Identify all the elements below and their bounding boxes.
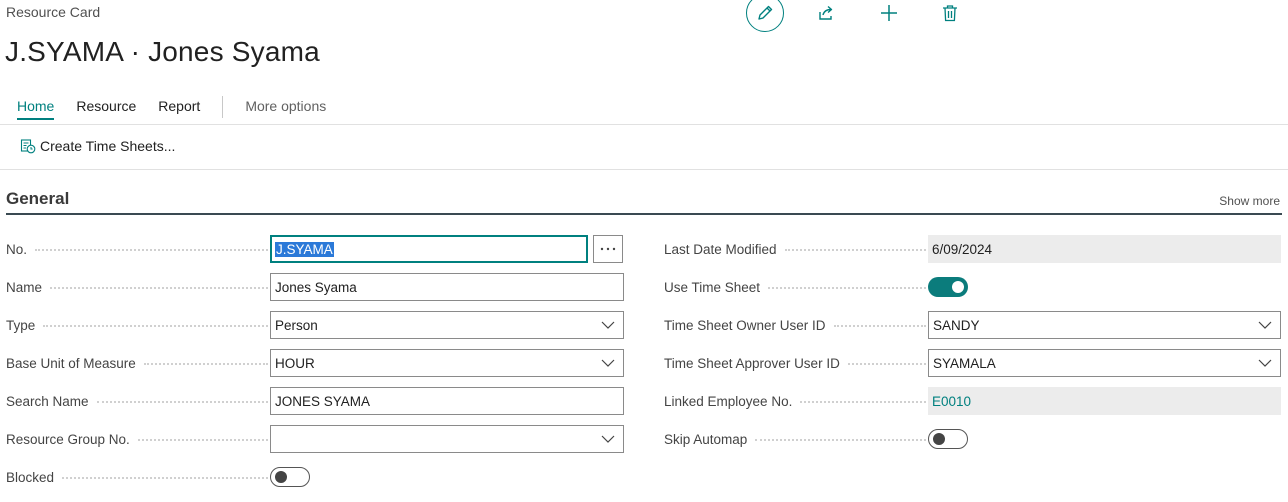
tab-report[interactable]: Report: [158, 96, 200, 120]
chevron-down-icon: [601, 435, 615, 443]
type-label: Type: [6, 311, 268, 339]
chevron-down-icon: [1258, 321, 1272, 329]
trash-icon: [943, 5, 957, 22]
toggle-knob: [275, 471, 287, 483]
share-button[interactable]: [807, 0, 845, 32]
linked-employee-value[interactable]: E0010: [932, 394, 971, 409]
section-title-general[interactable]: General: [6, 189, 69, 209]
base-unit-value: HOUR: [275, 355, 315, 371]
type-value: Person: [275, 317, 318, 333]
create-time-sheets-action[interactable]: Create Time Sheets...: [20, 138, 175, 154]
delete-button[interactable]: [931, 0, 969, 32]
no-label: No.: [6, 235, 268, 263]
toggle-knob: [952, 281, 964, 293]
tab-resource[interactable]: Resource: [76, 96, 136, 120]
use-time-sheet-label: Use Time Sheet: [664, 273, 926, 301]
resource-group-select[interactable]: [270, 425, 624, 453]
tab-home[interactable]: Home: [17, 96, 55, 120]
search-name-label: Search Name: [6, 387, 268, 415]
time-sheet-icon: [20, 139, 36, 154]
pencil-icon: [758, 5, 773, 20]
last-modified-field: 6/09/2024: [928, 235, 1281, 263]
section-underline: [6, 213, 1282, 215]
create-time-sheets-label: Create Time Sheets...: [40, 138, 176, 154]
toggle-knob: [933, 433, 945, 445]
owner-user-value: SANDY: [933, 317, 980, 333]
chevron-down-icon: [601, 321, 615, 329]
last-modified-value: 6/09/2024: [932, 241, 993, 257]
plus-icon: [881, 5, 897, 21]
share-icon: [819, 5, 833, 20]
new-button[interactable]: [870, 0, 908, 32]
no-lookup-button[interactable]: [593, 235, 623, 263]
skip-automap-label: Skip Automap: [664, 425, 926, 453]
name-input[interactable]: Jones Syama: [270, 273, 624, 301]
chevron-down-icon: [601, 359, 615, 367]
linked-employee-label: Linked Employee No.: [664, 387, 926, 415]
blocked-label: Blocked: [6, 463, 268, 491]
name-value: Jones Syama: [275, 279, 357, 295]
tab-more-options[interactable]: More options: [245, 96, 326, 120]
no-value: J.SYAMA: [275, 241, 334, 257]
base-unit-label: Base Unit of Measure: [6, 349, 268, 377]
no-input[interactable]: J.SYAMA: [270, 235, 588, 263]
approver-user-value: SYAMALA: [933, 355, 996, 371]
header-actions: [746, 0, 957, 32]
owner-user-select[interactable]: SANDY: [928, 311, 1281, 339]
use-time-sheet-toggle[interactable]: [928, 277, 968, 297]
search-name-value: JONES SYAMA: [275, 393, 371, 409]
chevron-down-icon: [1258, 359, 1272, 367]
action-tabs: Home Resource Report More options: [17, 96, 348, 122]
search-name-input[interactable]: JONES SYAMA: [270, 387, 624, 415]
tabs-divider: [0, 124, 1288, 125]
skip-automap-toggle[interactable]: [928, 429, 968, 449]
blocked-toggle[interactable]: [270, 467, 310, 487]
actions-divider: [0, 169, 1288, 170]
page-caption: Resource Card: [6, 4, 101, 20]
name-label: Name: [6, 273, 268, 301]
resource-group-label: Resource Group No.: [6, 425, 268, 453]
tab-divider: [222, 96, 224, 118]
edit-button[interactable]: [746, 0, 784, 32]
base-unit-select[interactable]: HOUR: [270, 349, 624, 377]
ellipsis-icon: [600, 247, 616, 251]
type-select[interactable]: Person: [270, 311, 624, 339]
linked-employee-field[interactable]: E0010: [928, 387, 1281, 415]
owner-user-label: Time Sheet Owner User ID: [664, 311, 926, 339]
approver-user-select[interactable]: SYAMALA: [928, 349, 1281, 377]
approver-user-label: Time Sheet Approver User ID: [664, 349, 926, 377]
last-modified-label: Last Date Modified: [664, 235, 926, 263]
page-title: J.SYAMA · Jones Syama: [5, 36, 320, 67]
show-more-link[interactable]: Show more: [1219, 194, 1280, 208]
